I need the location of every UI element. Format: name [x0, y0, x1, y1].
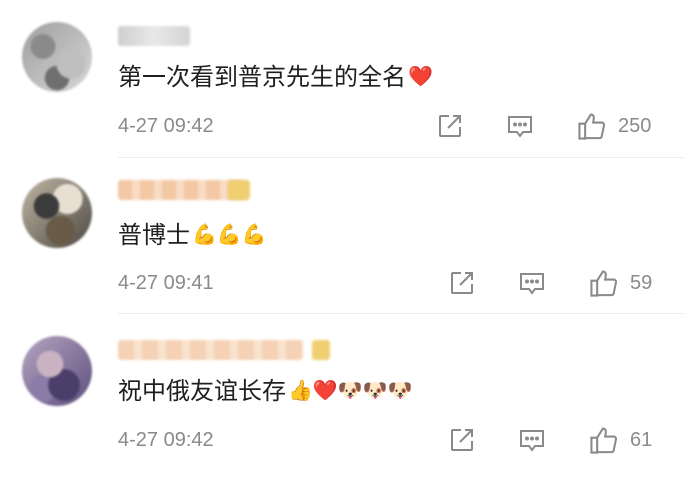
username-blurred[interactable] [118, 26, 190, 46]
comment-icon[interactable] [506, 112, 534, 140]
avatar[interactable] [22, 22, 92, 92]
share-icon[interactable] [448, 426, 476, 454]
comment-body: 祝中俄友谊长存 [118, 377, 286, 405]
username-blurred[interactable] [118, 340, 303, 360]
comment-icon[interactable] [518, 269, 546, 297]
avatar[interactable] [22, 336, 92, 406]
emoji-sequence-icon: 👍❤️🐶🐶🐶 [288, 378, 413, 402]
user-badge [312, 340, 330, 360]
like-count: 59 [630, 272, 653, 294]
comment-item: 普博士 💪💪💪 4-27 09:41 59 [0, 158, 684, 314]
comment-timestamp: 4-27 09:42 [118, 115, 214, 137]
comment-body: 第一次看到普京先生的全名 [118, 63, 406, 91]
avatar[interactable] [22, 178, 92, 248]
like-count: 61 [630, 429, 653, 451]
comment-text: 普博士 💪💪💪 [118, 218, 267, 251]
comment-text: 第一次看到普京先生的全名 ❤️ [118, 60, 433, 93]
comment-item: 祝中俄友谊长存 👍❤️🐶🐶🐶 4-27 09:42 61 [0, 314, 684, 480]
thumbs-up-icon[interactable] [588, 424, 620, 456]
heart-emoji-icon: ❤️ [408, 64, 433, 88]
comment-icon[interactable] [518, 426, 546, 454]
like-count: 250 [618, 115, 652, 137]
share-icon[interactable] [436, 112, 464, 140]
share-icon[interactable] [448, 269, 476, 297]
user-badge [228, 180, 250, 200]
comment-timestamp: 4-27 09:42 [118, 429, 214, 451]
thumbs-up-icon[interactable] [576, 110, 608, 142]
comment-text: 祝中俄友谊长存 👍❤️🐶🐶🐶 [118, 374, 413, 407]
comment-body: 普博士 [118, 221, 190, 249]
thumbs-up-icon[interactable] [588, 267, 620, 299]
comment-item: 第一次看到普京先生的全名 ❤️ 4-27 09:42 250 [0, 0, 684, 158]
flex-emoji-icon: 💪💪💪 [192, 222, 267, 246]
comment-timestamp: 4-27 09:41 [118, 272, 214, 294]
